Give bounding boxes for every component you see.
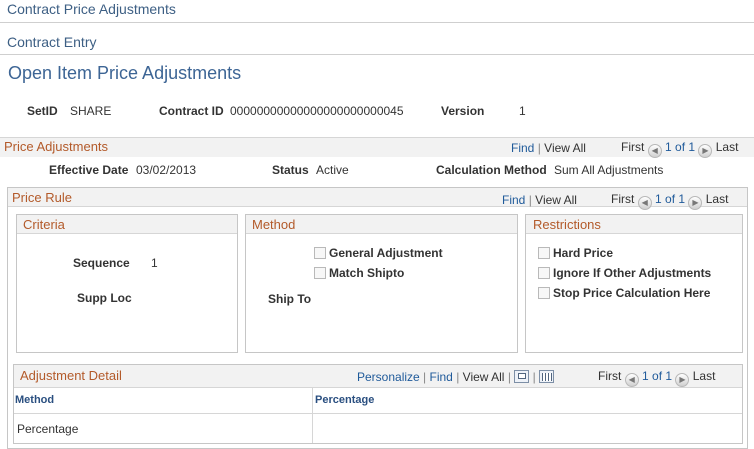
price-adjustments-pager: First ◀ 1 of 1 ▶ Last: [621, 140, 738, 158]
price-rule-range: 1 of 1: [655, 192, 686, 206]
price-rule-first[interactable]: First: [611, 192, 634, 206]
price-rule-nav: Find | View All: [502, 193, 577, 207]
next-icon[interactable]: ▶: [698, 144, 713, 158]
grid-column-divider: [312, 388, 313, 443]
next-icon[interactable]: ▶: [675, 373, 690, 387]
contract-id-label: Contract ID: [159, 104, 224, 118]
adjustment-detail-title: Adjustment Detail: [20, 368, 122, 383]
adjustment-detail-range: 1 of 1: [642, 369, 673, 383]
price-rule-pager: First ◀ 1 of 1 ▶ Last: [611, 192, 728, 210]
restrictions-title: Restrictions: [533, 217, 601, 232]
restrictions-box: [525, 214, 743, 353]
contract-id-value: 00000000000000000000000045: [230, 104, 404, 118]
effective-date-label: Effective Date: [49, 163, 129, 177]
hard-price-checkbox[interactable]: [538, 247, 550, 259]
general-adjustment-checkbox-row[interactable]: General Adjustment: [314, 246, 443, 260]
match-shipto-checkbox[interactable]: [314, 267, 326, 279]
ignore-other-adjustments-checkbox-row[interactable]: Ignore If Other Adjustments: [538, 266, 711, 280]
breadcrumb-divider: [0, 22, 754, 23]
separator: |: [507, 370, 511, 384]
version-label: Version: [441, 104, 485, 118]
status-value: Active: [316, 163, 349, 177]
stop-price-calculation-label: Stop Price Calculation Here: [553, 286, 711, 300]
price-rule-view-all[interactable]: View All: [535, 193, 577, 207]
row-method-value: Percentage: [17, 422, 79, 436]
calculation-method-label: Calculation Method: [436, 163, 547, 177]
method-title: Method: [252, 217, 296, 232]
breadcrumb-contract-price-adjustments[interactable]: Contract Price Adjustments: [7, 1, 176, 17]
ship-to-label: Ship To: [268, 292, 312, 306]
separator: |: [528, 193, 532, 207]
hard-price-checkbox-row[interactable]: Hard Price: [538, 246, 613, 260]
price-adjustments-first[interactable]: First: [621, 140, 644, 154]
status-label: Status: [272, 163, 309, 177]
next-icon[interactable]: ▶: [688, 196, 703, 210]
adjustment-detail-pager: First ◀ 1 of 1 ▶ Last: [598, 369, 715, 387]
ignore-other-adjustments-checkbox[interactable]: [538, 267, 550, 279]
price-rule-last[interactable]: Last: [706, 192, 729, 206]
personalize-link[interactable]: Personalize: [357, 370, 420, 384]
column-header-percentage[interactable]: Percentage: [315, 394, 374, 406]
page-title: Open Item Price Adjustments: [8, 63, 242, 83]
ignore-other-adjustments-label: Ignore If Other Adjustments: [553, 266, 712, 280]
criteria-title: Criteria: [23, 217, 65, 232]
adjustment-detail-find-link[interactable]: Find: [430, 370, 453, 384]
adjustment-detail-first[interactable]: First: [598, 369, 621, 383]
setid-label: SetID: [27, 104, 58, 118]
download-spreadsheet-icon[interactable]: [539, 370, 555, 383]
sequence-value: 1: [151, 256, 158, 270]
price-adjustments-nav: Find | View All: [511, 141, 586, 155]
new-window-icon[interactable]: [514, 370, 530, 383]
match-shipto-label: Match Shipto: [329, 266, 405, 280]
general-adjustment-checkbox[interactable]: [314, 247, 326, 259]
price-adjustments-last[interactable]: Last: [716, 140, 739, 154]
previous-icon[interactable]: ◀: [647, 144, 662, 158]
breadcrumb-contract-entry[interactable]: Contract Entry: [7, 34, 96, 50]
column-header-method[interactable]: Method: [15, 394, 54, 406]
separator: |: [537, 141, 541, 155]
previous-icon[interactable]: ◀: [637, 196, 652, 210]
price-adjustments-range: 1 of 1: [665, 140, 696, 154]
method-box: [245, 214, 518, 353]
calculation-method-value: Sum All Adjustments: [554, 163, 664, 177]
match-shipto-checkbox-row[interactable]: Match Shipto: [314, 266, 404, 280]
hard-price-label: Hard Price: [553, 246, 614, 260]
criteria-box: [16, 214, 238, 353]
adjustment-detail-last[interactable]: Last: [693, 369, 716, 383]
separator: |: [532, 370, 536, 384]
price-adjustments-find-link[interactable]: Find: [511, 141, 534, 155]
effective-date-value: 03/02/2013: [136, 163, 197, 177]
supp-loc-label: Supp Loc: [77, 291, 132, 305]
adjustment-detail-view-all[interactable]: View All: [463, 370, 505, 384]
price-adjustments-title: Price Adjustments: [4, 139, 109, 154]
separator: |: [456, 370, 460, 384]
stop-price-calculation-checkbox[interactable]: [538, 287, 550, 299]
previous-icon[interactable]: ◀: [624, 373, 639, 387]
price-rule-title: Price Rule: [12, 190, 72, 205]
separator: |: [423, 370, 427, 384]
adjustment-detail-nav: Personalize | Find | View All | |: [357, 370, 555, 384]
setid-value: SHARE: [70, 104, 112, 118]
price-rule-find-link[interactable]: Find: [502, 193, 525, 207]
grid-header-row: [14, 388, 742, 414]
price-adjustments-view-all[interactable]: View All: [544, 141, 586, 155]
general-adjustment-label: General Adjustment: [329, 246, 443, 260]
sequence-label: Sequence: [73, 256, 130, 270]
stop-price-calculation-checkbox-row[interactable]: Stop Price Calculation Here: [538, 286, 710, 300]
version-value: 1: [519, 104, 526, 118]
breadcrumb-divider-2: [0, 54, 754, 55]
